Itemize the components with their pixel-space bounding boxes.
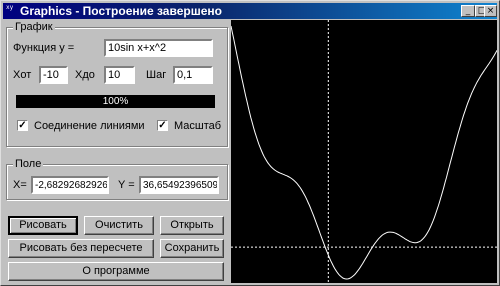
function-input[interactable]: 10sin x+x^2: [104, 39, 213, 57]
xto-label: Xдо: [75, 69, 95, 81]
plot-svg: [231, 20, 497, 283]
open-button[interactable]: Открыть: [160, 216, 224, 235]
save-button[interactable]: Сохранить: [160, 239, 224, 258]
step-label: Шаг: [146, 69, 167, 81]
y-coord-label: Y =: [118, 179, 135, 191]
progress-text: 100%: [102, 96, 129, 107]
title-bar[interactable]: xy Graphics - Построение завершено _ □ ×: [3, 3, 497, 19]
x-coord-field[interactable]: -2,6829268292682: [31, 176, 109, 194]
xfrom-label: Xот: [13, 69, 32, 81]
connect-lines-checkbox[interactable]: ✓: [17, 120, 28, 131]
connect-lines-label: Соединение линиями: [34, 120, 145, 132]
window-title: Graphics - Построение завершено: [20, 4, 222, 18]
draw-button[interactable]: Рисовать: [8, 216, 78, 235]
clear-button[interactable]: Очистить: [84, 216, 154, 235]
progress-bar: 100%: [16, 95, 215, 108]
graph-group-legend: График: [13, 20, 55, 34]
minimize-icon[interactable]: _: [461, 5, 475, 17]
y-coord-field[interactable]: 36,654923965095: [139, 176, 219, 194]
close-icon[interactable]: ×: [484, 5, 497, 17]
field-group-legend: Поле: [13, 157, 44, 171]
app-window: xy Graphics - Построение завершено _ □ ×…: [0, 0, 500, 286]
step-input[interactable]: 0,1: [173, 66, 213, 84]
draw-no-recalc-button[interactable]: Рисовать без пересчете: [8, 239, 154, 258]
function-label: Функция y =: [13, 42, 75, 54]
function-curve: [231, 25, 497, 280]
x-coord-label: X=: [13, 179, 27, 191]
plot-canvas[interactable]: [231, 20, 497, 283]
app-icon: xy: [6, 4, 14, 11]
about-button[interactable]: О программе: [8, 262, 224, 281]
scale-checkbox[interactable]: ✓: [157, 120, 168, 131]
scale-label: Масштаб: [174, 120, 222, 132]
xfrom-input[interactable]: -10: [39, 66, 68, 84]
xto-input[interactable]: 10: [104, 66, 135, 84]
